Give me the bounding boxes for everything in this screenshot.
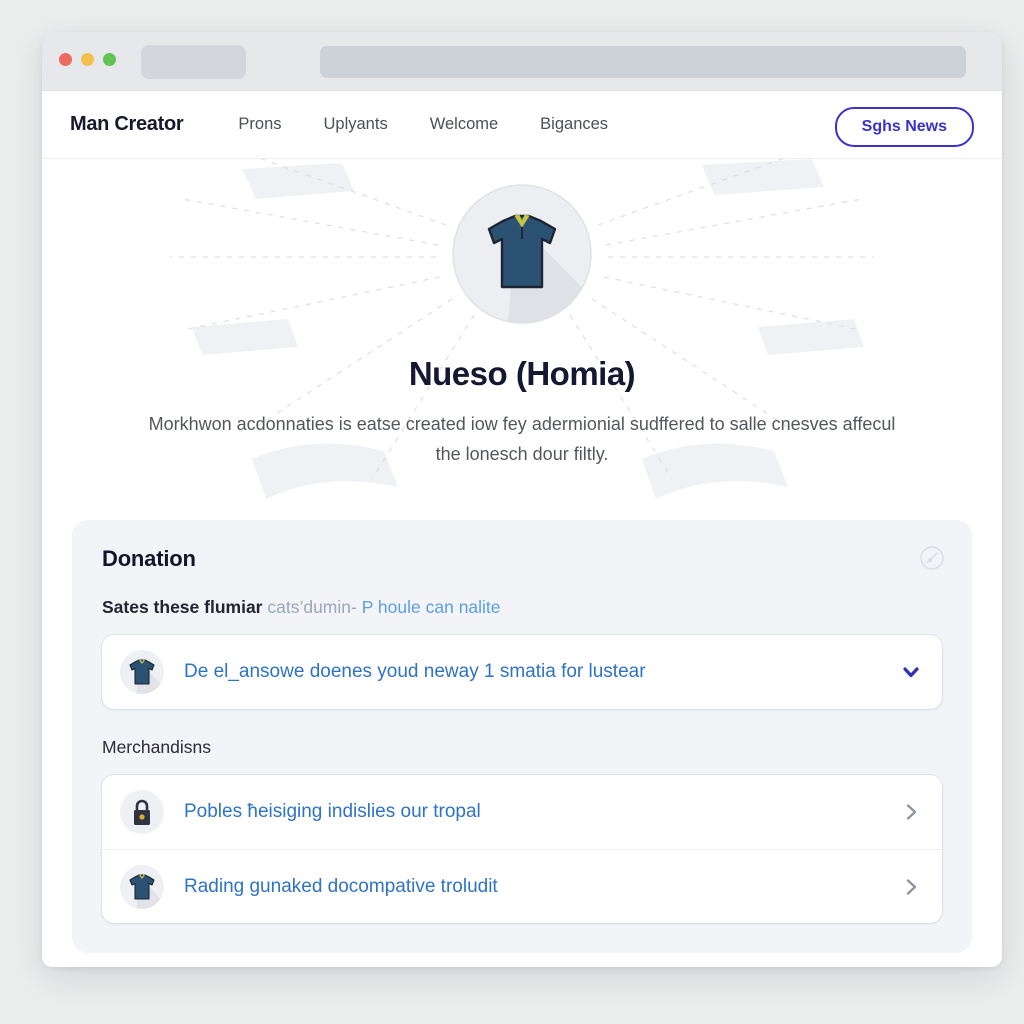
donation-card: Donation Sates these flumiar cats’dumin-…	[72, 520, 972, 953]
compass-icon[interactable]	[918, 544, 946, 572]
list-item-label: Pobles ħeisiging indislies our tropal	[184, 801, 481, 822]
list-item[interactable]: Pobles ħeisiging indislies our tropal	[102, 775, 942, 849]
card-subline-muted: cats’dumin-	[267, 597, 357, 617]
browser-address-bar[interactable]	[320, 46, 966, 78]
card-subline: Sates these flumiar cats’dumin- P houle …	[102, 597, 942, 618]
site-navbar: Man Creator Prons Uplyants Welcome Bigan…	[42, 91, 1002, 159]
close-window-button[interactable]	[59, 53, 72, 66]
nav-link-prons[interactable]: Prons	[238, 115, 281, 134]
merchandise-row-group: Pobles ħeisiging indislies our tropal Ra…	[102, 775, 942, 923]
lock-icon	[120, 790, 164, 834]
chevron-right-icon[interactable]	[900, 876, 922, 898]
primary-row-group: De el_ansowe doenes youd neway 1 smatia …	[102, 635, 942, 709]
chevron-right-icon[interactable]	[900, 801, 922, 823]
tshirt-icon	[120, 650, 164, 694]
card-subline-strong: Sates these flumiar	[102, 597, 263, 617]
hero-tshirt-icon	[451, 183, 593, 325]
tshirt-icon	[120, 864, 164, 909]
list-item[interactable]: Rading gunaked docompative troludit	[102, 849, 942, 923]
browser-tab[interactable]	[141, 45, 246, 79]
card-subline-link[interactable]: P houle can nalite	[362, 597, 501, 617]
nav-link-uplyants[interactable]: Uplyants	[324, 115, 388, 134]
hero-section: Nueso (Homia) Morkhwon acdonnaties is ea…	[42, 159, 1002, 509]
chevron-down-icon[interactable]	[900, 661, 922, 683]
card-title: Donation	[102, 546, 196, 571]
list-item-label: De el_ansowe doenes youd neway 1 smatia …	[184, 661, 646, 682]
hero-title: Nueso (Homia)	[408, 355, 636, 392]
hero-description: Morkhwon acdonnaties is eatse created io…	[148, 414, 896, 464]
browser-titlebar	[42, 32, 1002, 91]
list-item[interactable]: De el_ansowe doenes youd neway 1 smatia …	[102, 635, 942, 709]
list-item-label: Rading gunaked docompative troludit	[184, 875, 498, 897]
maximize-window-button[interactable]	[103, 53, 116, 66]
traffic-lights	[59, 53, 116, 66]
brand-logo[interactable]: Man Creator	[70, 113, 184, 136]
section-heading: Merchandisns	[102, 737, 211, 757]
sghs-news-button[interactable]: Sghs News	[834, 107, 974, 147]
nav-links: Prons Uplyants Welcome Bigances	[238, 115, 608, 134]
nav-link-bigances[interactable]: Bigances	[540, 115, 608, 134]
minimize-window-button[interactable]	[81, 53, 94, 66]
browser-window: Man Creator Prons Uplyants Welcome Bigan…	[42, 32, 1002, 967]
nav-link-welcome[interactable]: Welcome	[430, 115, 498, 134]
